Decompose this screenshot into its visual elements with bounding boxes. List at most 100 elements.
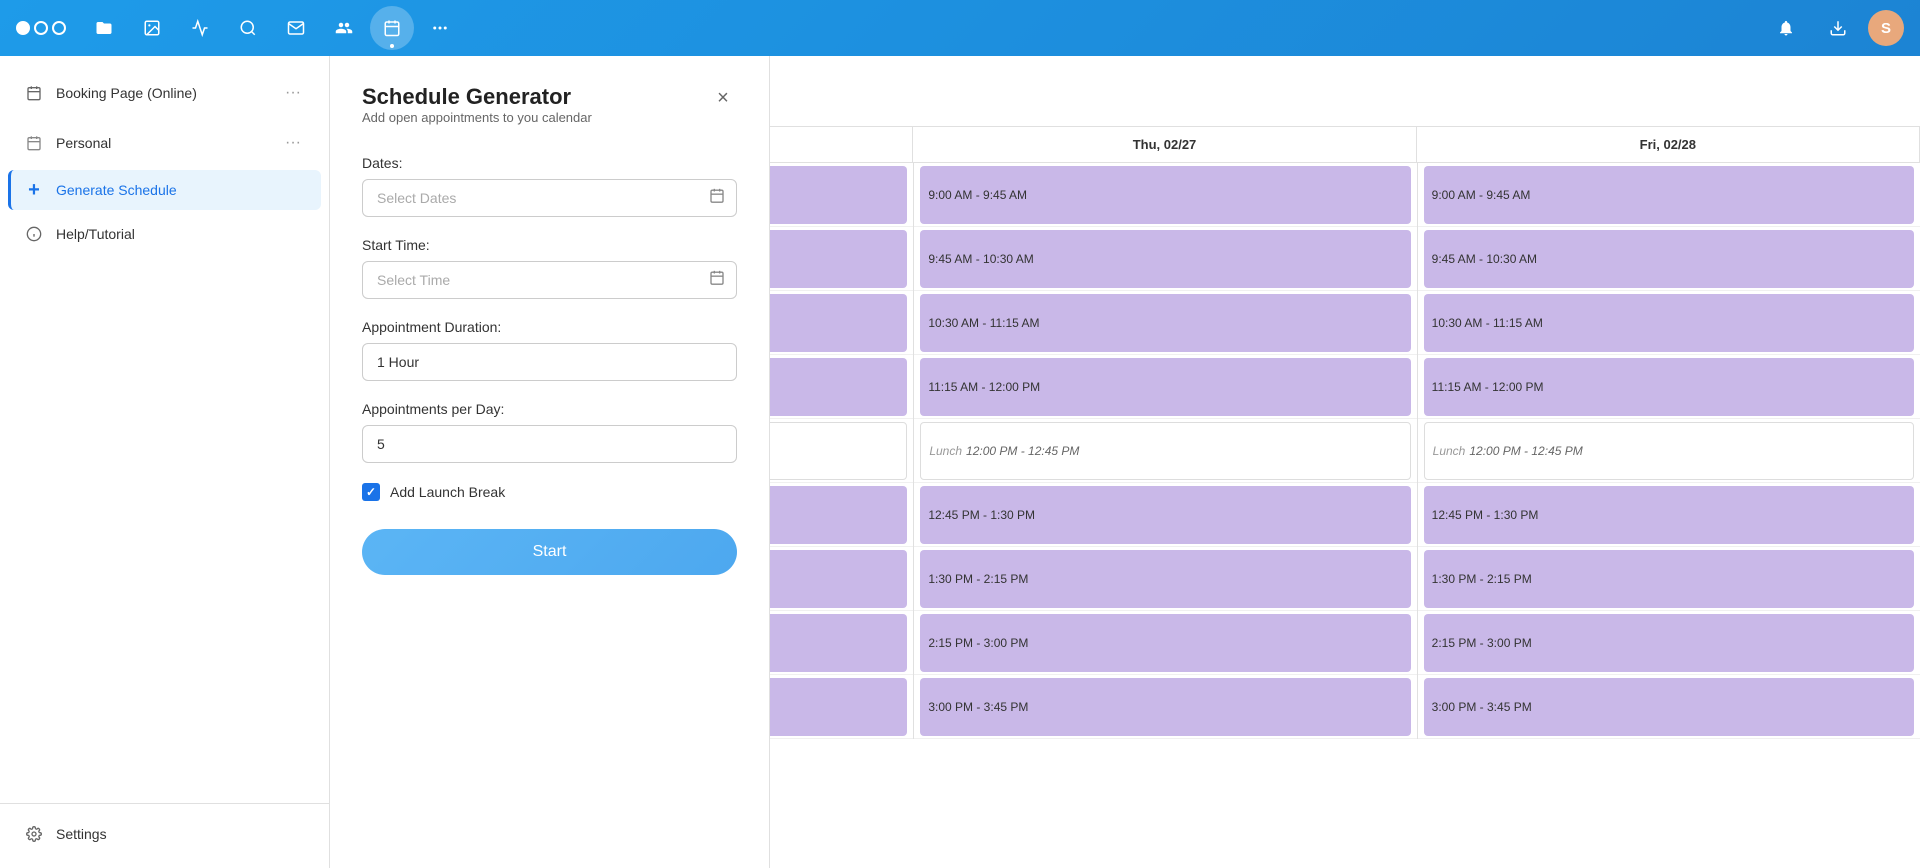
calendar-event: 9:00 AM - 9:45 AM — [1424, 166, 1914, 224]
fri-header: Fri, 02/28 — [1417, 127, 1920, 162]
calendar-slot[interactable]: 12:45 PM - 1:30 PM — [914, 483, 1416, 547]
duration-label: Appointment Duration: — [362, 319, 737, 335]
sidebar: Booking Page (Online) ··· Personal ··· +… — [0, 56, 330, 868]
calendar-slot[interactable]: Lunch 12:00 PM - 12:45 PM — [1418, 419, 1920, 483]
calendar-event: 9:00 AM - 9:45 AM — [920, 166, 1410, 224]
files-icon[interactable] — [82, 6, 126, 50]
start-time-field-group: Start Time: — [362, 237, 737, 299]
calendar-event: 11:15 AM - 12:00 PM — [1424, 358, 1914, 416]
launch-break-row: Add Launch Break — [362, 483, 737, 501]
topbar: S — [0, 0, 1920, 56]
logo-circle-2 — [34, 21, 48, 35]
help-icon — [24, 224, 44, 244]
sidebar-item-help-label: Help/Tutorial — [56, 226, 305, 242]
sidebar-item-personal[interactable]: Personal ··· — [8, 120, 321, 166]
dates-field-group: Dates: — [362, 155, 737, 217]
modal-title: Schedule Generator — [362, 84, 592, 110]
calendar-slot[interactable]: 10:30 AM - 11:15 AM — [1418, 291, 1920, 355]
calendar-event: 12:45 PM - 1:30 PM — [920, 486, 1410, 544]
calendar-slot[interactable]: 2:15 PM - 3:00 PM — [914, 611, 1416, 675]
appointments-per-day-input[interactable] — [362, 425, 737, 463]
appointments-per-day-input-wrapper — [362, 425, 737, 463]
dates-input[interactable] — [362, 179, 737, 217]
downloads-icon[interactable] — [1816, 6, 1860, 50]
start-time-input[interactable] — [362, 261, 737, 299]
modal-subtitle: Add open appointments to you calendar — [362, 110, 592, 125]
thu-header: Thu, 02/27 — [913, 127, 1416, 162]
booking-icon — [24, 83, 44, 103]
modal-close-button[interactable]: × — [709, 84, 737, 112]
calendar-slot[interactable]: 1:30 PM - 2:15 PM — [914, 547, 1416, 611]
calendar-event: 3:00 PM - 3:45 PM — [1424, 678, 1914, 736]
calendar-event: 1:30 PM - 2:15 PM — [920, 550, 1410, 608]
mail-icon[interactable] — [274, 6, 318, 50]
appointments-per-day-field-group: Appointments per Day: — [362, 401, 737, 463]
content-area: Schedule Generator Add open appointments… — [330, 56, 1920, 868]
duration-field-group: Appointment Duration: — [362, 319, 737, 381]
user-avatar[interactable]: S — [1868, 10, 1904, 46]
calendar-slot[interactable]: Lunch 12:00 PM - 12:45 PM — [914, 419, 1416, 483]
launch-break-checkbox[interactable] — [362, 483, 380, 501]
dates-input-wrapper — [362, 179, 737, 217]
logo-circle-3 — [52, 21, 66, 35]
calendar-slot[interactable]: 9:45 AM - 10:30 AM — [914, 227, 1416, 291]
schedule-generator-modal: Schedule Generator Add open appointments… — [330, 56, 770, 868]
sidebar-item-booking[interactable]: Booking Page (Online) ··· — [8, 70, 321, 116]
sidebar-item-generate-label: Generate Schedule — [56, 182, 305, 198]
start-button[interactable]: Start — [362, 529, 737, 575]
calendar-slot[interactable]: 12:45 PM - 1:30 PM — [1418, 483, 1920, 547]
calendar-event: 11:15 AM - 12:00 PM — [920, 358, 1410, 416]
sidebar-bottom: Settings — [0, 803, 329, 856]
app-logo — [16, 21, 66, 35]
appointments-per-day-label: Appointments per Day: — [362, 401, 737, 417]
calendar-event: 10:30 AM - 11:15 AM — [1424, 294, 1914, 352]
day-col-1: 9:00 AM - 9:45 AM 9:45 AM - 10:30 AM 10:30… — [913, 163, 1416, 739]
photos-icon[interactable] — [130, 6, 174, 50]
calendar-event: 9:45 AM - 10:30 AM — [920, 230, 1410, 288]
start-time-label: Start Time: — [362, 237, 737, 253]
calendar-event: 9:45 AM - 10:30 AM — [1424, 230, 1914, 288]
calendar-nav-icon[interactable] — [370, 6, 414, 50]
calendar-slot[interactable]: 9:45 AM - 10:30 AM — [1418, 227, 1920, 291]
settings-label: Settings — [56, 826, 305, 842]
search-icon[interactable] — [226, 6, 270, 50]
calendar-slot[interactable]: 3:00 PM - 3:45 PM — [1418, 675, 1920, 739]
launch-break-label: Add Launch Break — [390, 484, 505, 500]
calendar-event: 2:15 PM - 3:00 PM — [920, 614, 1410, 672]
calendar-slot[interactable]: 9:00 AM - 9:45 AM — [914, 163, 1416, 227]
sidebar-item-booking-label: Booking Page (Online) — [56, 85, 269, 101]
lunch-event: Lunch 12:00 PM - 12:45 PM — [920, 422, 1410, 480]
calendar-slot[interactable]: 11:15 AM - 12:00 PM — [914, 355, 1416, 419]
start-time-input-wrapper — [362, 261, 737, 299]
contacts-icon[interactable] — [322, 6, 366, 50]
calendar-slot[interactable]: 2:15 PM - 3:00 PM — [1418, 611, 1920, 675]
day-col-2: 9:00 AM - 9:45 AM 9:45 AM - 10:30 AM 10:30… — [1417, 163, 1920, 739]
more-apps-icon[interactable] — [418, 6, 462, 50]
calendar-event: 12:45 PM - 1:30 PM — [1424, 486, 1914, 544]
sidebar-item-settings[interactable]: Settings — [8, 814, 321, 854]
calendar-event: 3:00 PM - 3:45 PM — [920, 678, 1410, 736]
duration-input[interactable] — [362, 343, 737, 381]
topbar-right: S — [1764, 6, 1904, 50]
activity-icon[interactable] — [178, 6, 222, 50]
sidebar-item-personal-label: Personal — [56, 135, 269, 151]
calendar-slot[interactable]: 11:15 AM - 12:00 PM — [1418, 355, 1920, 419]
calendar-event: 10:30 AM - 11:15 AM — [920, 294, 1410, 352]
calendar-slot[interactable]: 3:00 PM - 3:45 PM — [914, 675, 1416, 739]
calendar-slot[interactable]: 9:00 AM - 9:45 AM — [1418, 163, 1920, 227]
generate-icon: + — [24, 180, 44, 200]
settings-icon — [24, 824, 44, 844]
calendar-slot[interactable]: 10:30 AM - 11:15 AM — [914, 291, 1416, 355]
calendar-slot[interactable]: 1:30 PM - 2:15 PM — [1418, 547, 1920, 611]
main-layout: Booking Page (Online) ··· Personal ··· +… — [0, 56, 1920, 868]
sidebar-item-help[interactable]: Help/Tutorial — [8, 214, 321, 254]
sidebar-item-personal-more[interactable]: ··· — [281, 130, 305, 156]
personal-calendar-icon — [24, 133, 44, 153]
duration-input-wrapper — [362, 343, 737, 381]
sidebar-item-generate[interactable]: + Generate Schedule — [8, 170, 321, 210]
modal-header: Schedule Generator Add open appointments… — [362, 84, 737, 149]
sidebar-item-booking-more[interactable]: ··· — [281, 80, 305, 106]
topbar-nav — [82, 6, 1764, 50]
calendar-event: 2:15 PM - 3:00 PM — [1424, 614, 1914, 672]
notifications-icon[interactable] — [1764, 6, 1808, 50]
